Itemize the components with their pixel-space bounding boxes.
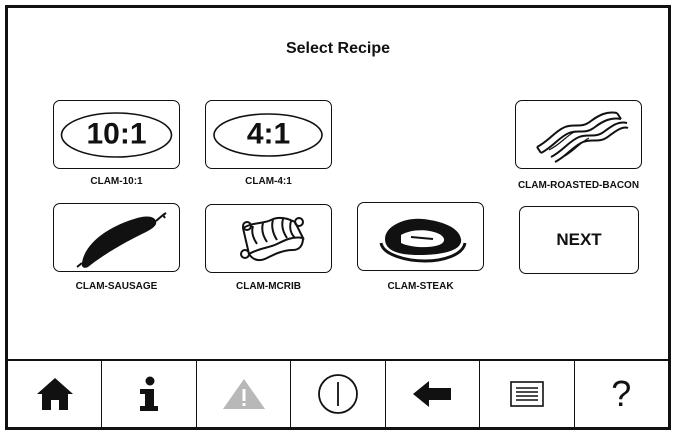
sausage-icon [75,211,167,268]
recipe-button-clam-sausage[interactable] [53,203,180,272]
ratio-label-4-1: 4:1 [246,116,291,150]
back-arrow-icon [413,381,452,407]
recipe-caption-clam-roasted-bacon: CLAM-ROASTED-BACON [517,180,640,191]
home-button[interactable] [8,361,103,427]
bacon-icon [535,111,628,163]
page-title: Select Recipe [285,40,391,57]
next-button-label: NEXT [556,230,602,249]
recipe-caption-clam-mcrib: CLAM-MCRIB [236,281,301,292]
help-button[interactable]: ? [575,361,668,427]
mcrib-icon [239,216,305,261]
info-icon [140,376,159,411]
help-icon: ? [611,373,632,414]
power-icon [318,374,358,414]
power-button[interactable] [291,361,386,427]
warning-icon [222,379,265,409]
recipe-caption-clam-sausage: CLAM-SAUSAGE [75,281,158,292]
home-icon [36,378,73,410]
recipe-caption-clam-10-1: CLAM-10:1 [90,176,143,187]
warning-button[interactable] [197,361,292,427]
recipe-caption-clam-steak: CLAM-STEAK [387,281,454,292]
back-button[interactable] [386,361,481,427]
bottom-toolbar: ? [8,359,668,427]
menu-list-button[interactable] [480,361,575,427]
recipe-button-clam-roasted-bacon[interactable] [515,100,642,169]
recipe-button-clam-steak[interactable] [357,202,484,271]
steak-icon [379,218,466,263]
menu-list-icon [510,381,544,407]
next-button[interactable]: NEXT [519,206,639,274]
recipe-caption-clam-4-1: CLAM-4:1 [245,176,292,187]
recipe-button-clam-4-1[interactable]: 4:1 [205,100,332,169]
info-button[interactable] [102,361,197,427]
recipe-button-clam-10-1[interactable]: 10:1 [53,100,180,169]
ratio-label-10-1: 10:1 [86,116,147,150]
recipe-button-clam-mcrib[interactable] [205,204,332,273]
recipe-screen: Select Recipe 10:1 CLAM-10:1 4:1 CLAM-4:… [5,5,671,430]
